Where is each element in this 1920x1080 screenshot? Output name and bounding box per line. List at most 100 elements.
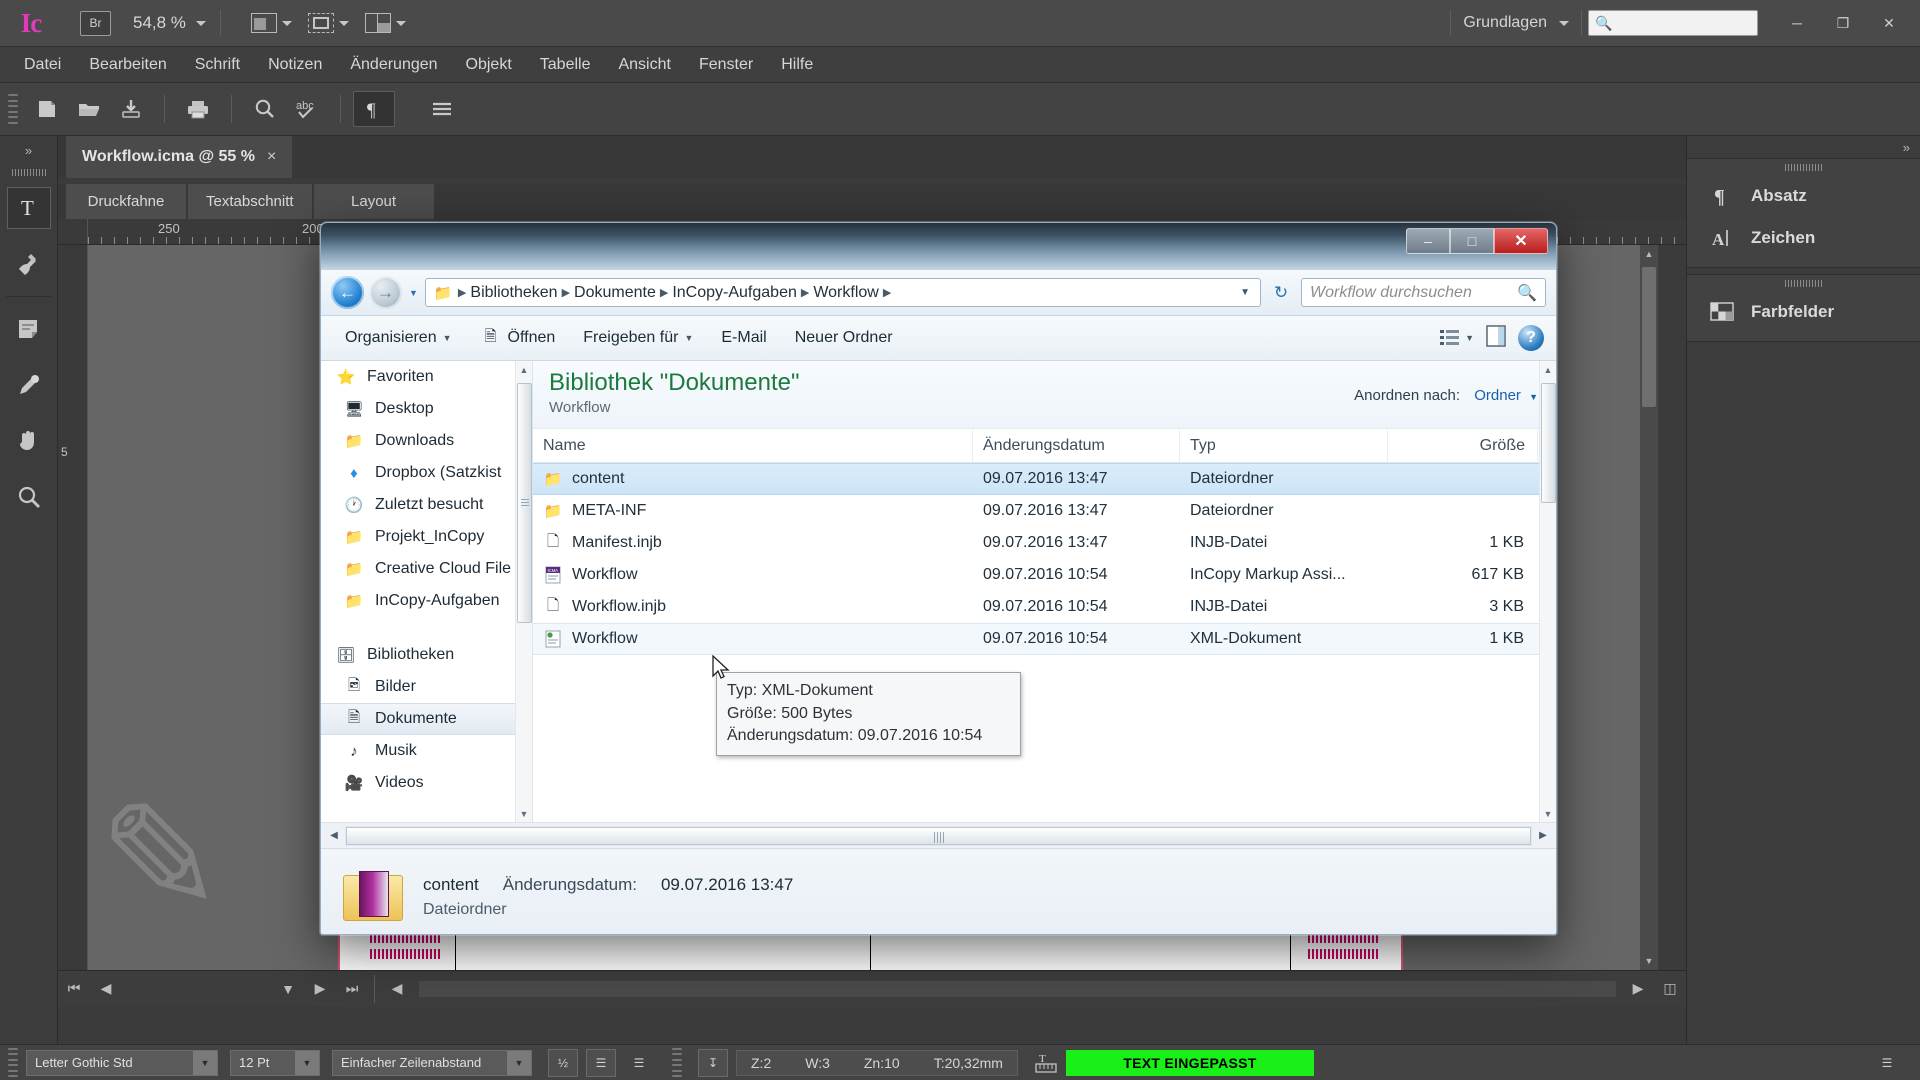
sidebar-item-creative-cloud-files[interactable]: 📁 Creative Cloud File [321,553,532,585]
split-view-icon[interactable]: ◫ [1654,971,1686,1007]
panel-farbfelder[interactable]: Farbfelder [1687,291,1920,333]
canvas-vertical-scrollbar[interactable]: ▲ ▼ [1640,245,1658,970]
panel-drag-handle[interactable] [1687,275,1920,291]
toolbar-drag-handle[interactable] [8,94,18,124]
workspace-switcher[interactable]: Grundlagen [1450,10,1582,36]
help-icon[interactable]: ? [1518,325,1544,351]
scrollbar-thumb[interactable] [517,383,532,623]
tab-textabschnitt[interactable]: Textabschnitt [188,184,312,219]
sidebar-item-zuletzt-besucht[interactable]: 🕐 Zuletzt besucht [321,489,532,521]
preview-pane-button[interactable] [1486,324,1506,352]
table-row[interactable]: 📁 content 09.07.2016 13:47 Dateiordner [533,463,1556,495]
breadcrumb-workflow[interactable]: Workflow [813,284,879,302]
expand-tools-icon[interactable]: » [0,136,57,164]
save-download-icon[interactable] [110,91,152,127]
sidebar-item-desktop[interactable]: 🖥 Desktop [321,393,532,425]
table-row[interactable]: Workflow 09.07.2016 10:54 XML-Dokument 1… [533,623,1556,655]
sidebar-group-bibliotheken[interactable]: 🗄 Bibliotheken [321,639,532,671]
file-explorer-window[interactable]: – □ ✕ ← → ▼ 📁 ▶ Bibliotheken ▶ Dokumente… [320,222,1557,935]
text-measure-icon[interactable]: T [1026,1049,1066,1077]
menu-item-fenster[interactable]: Fenster [685,56,767,74]
hand-tool[interactable] [0,413,58,469]
column-header-size[interactable]: Größe [1388,428,1538,463]
restore-button[interactable]: ❐ [1820,8,1866,38]
sidebar-item-bilder[interactable]: 🖻 Bilder [321,671,532,703]
scroll-right-icon[interactable]: ▶ [1532,825,1554,847]
menu-item-datei[interactable]: Datei [10,56,75,74]
page-dropdown-icon[interactable]: ▼ [272,971,304,1007]
tab-druckfahne[interactable]: Druckfahne [66,184,186,219]
recent-pages-dropdown-icon[interactable]: ▼ [409,288,418,298]
panel-drag-handle[interactable] [1687,159,1920,175]
tab-layout[interactable]: Layout [313,184,434,219]
share-with-button[interactable]: Freigeben für ▼ [571,324,705,352]
list-style-icon[interactable]: ☰ [586,1048,616,1077]
scroll-up-icon[interactable]: ▲ [1640,245,1658,263]
sidebar-group-favoriten[interactable]: ⭐ Favoriten [321,361,532,393]
new-document-icon[interactable] [26,91,68,127]
zoom-tool[interactable] [0,469,58,525]
search-icon[interactable] [244,91,286,127]
scroll-up-icon[interactable]: ▲ [1540,361,1556,378]
scrollbar-thumb[interactable] [346,826,1531,845]
close-icon[interactable]: × [267,148,276,166]
menu-item-tabelle[interactable]: Tabelle [526,56,605,74]
breadcrumb-bibliotheken[interactable]: Bibliotheken [470,284,557,302]
sidebar-item-dokumente[interactable]: 🗎 Dokumente [321,703,532,735]
screen-mode-button[interactable] [250,13,292,33]
organize-button[interactable]: Organisieren ▼ [333,324,464,352]
metrics-drag-handle[interactable] [672,1047,682,1078]
baseline-depth-icon[interactable]: ↧ [698,1048,728,1077]
explorer-minimize-button[interactable]: – [1406,228,1450,254]
file-list-horizontal-scrollbar[interactable]: ◀ ▶ [321,822,1556,848]
sidebar-item-dropbox[interactable]: ♦ Dropbox (Satzkist [321,457,532,489]
sidebar-item-projekt-incopy[interactable]: 📁 Projekt_InCopy [321,521,532,553]
arrange-documents-button[interactable] [364,13,406,33]
note-tool[interactable] [0,301,58,357]
font-family-select[interactable]: Letter Gothic Std ▼ [26,1049,218,1076]
zoom-level[interactable]: 54,8 % [133,13,186,33]
table-row[interactable]: 🗋 Workflow.injb 09.07.2016 10:54 INJB-Da… [533,591,1556,623]
menu-item-hilfe[interactable]: Hilfe [767,56,827,74]
scroll-down-icon[interactable]: ▼ [1640,952,1658,970]
address-bar[interactable]: 📁 ▶ Bibliotheken ▶ Dokumente ▶ InCopy-Au… [424,278,1261,307]
email-button[interactable]: E-Mail [709,324,778,352]
menu-item-aenderungen[interactable]: Änderungen [336,56,451,74]
back-button[interactable]: ← [331,276,364,309]
menu-item-bearbeiten[interactable]: Bearbeiten [75,56,180,74]
sidebar-item-musik[interactable]: ♪ Musik [321,735,532,767]
scroll-down-icon[interactable]: ▼ [1540,805,1556,822]
explorer-maximize-button[interactable]: □ [1450,228,1494,254]
sidebar-item-incopy-aufgaben[interactable]: 📁 InCopy-Aufgaben [321,585,532,617]
menu-item-notizen[interactable]: Notizen [254,56,336,74]
view-mode-button[interactable] [307,13,349,33]
spellcheck-abc-icon[interactable]: abc [286,91,328,127]
close-button[interactable]: ✕ [1866,8,1912,38]
explorer-close-button[interactable]: ✕ [1494,228,1548,254]
fraction-1-2-icon[interactable]: ½ [548,1048,578,1077]
open-folder-icon[interactable] [68,91,110,127]
scroll-down-icon[interactable]: ▼ [516,805,532,822]
refresh-icon[interactable]: ↻ [1266,278,1296,307]
leading-select[interactable]: Einfacher Zeilenabstand ▼ [332,1049,532,1076]
font-size-select[interactable]: 12 Pt ▼ [230,1049,320,1076]
document-tab[interactable]: Workflow.icma @ 55 % × [66,136,293,178]
previous-page-button[interactable]: ◀ [90,971,122,1007]
app-search-input[interactable]: 🔍 [1588,10,1758,36]
menu-hamburger-icon[interactable] [421,91,463,127]
open-button[interactable]: 🗎 Öffnen [468,323,568,353]
arrange-by-control[interactable]: Anordnen nach: Ordner ▼ [1354,387,1538,404]
statusbar-drag-handle[interactable] [8,1047,18,1078]
hscroll-right-icon[interactable]: ▶ [1622,971,1654,1007]
sidebar-item-videos[interactable]: 🎥 Videos [321,767,532,799]
scrollbar-thumb[interactable] [1541,383,1556,503]
breadcrumb-dokumente[interactable]: Dokumente [574,284,656,302]
scroll-left-icon[interactable]: ◀ [323,825,345,847]
canvas-horizontal-scrollbar[interactable] [419,980,1616,997]
menu-item-ansicht[interactable]: Ansicht [604,56,684,74]
explorer-search-input[interactable]: Workflow durchsuchen 🔍 [1301,278,1546,307]
bridge-badge-icon[interactable]: Br [80,10,111,36]
file-list-scrollbar[interactable]: ▲ ▼ [1539,361,1556,822]
show-hidden-characters-icon[interactable]: ¶ [353,91,395,127]
tools-drag-handle[interactable] [0,164,57,180]
